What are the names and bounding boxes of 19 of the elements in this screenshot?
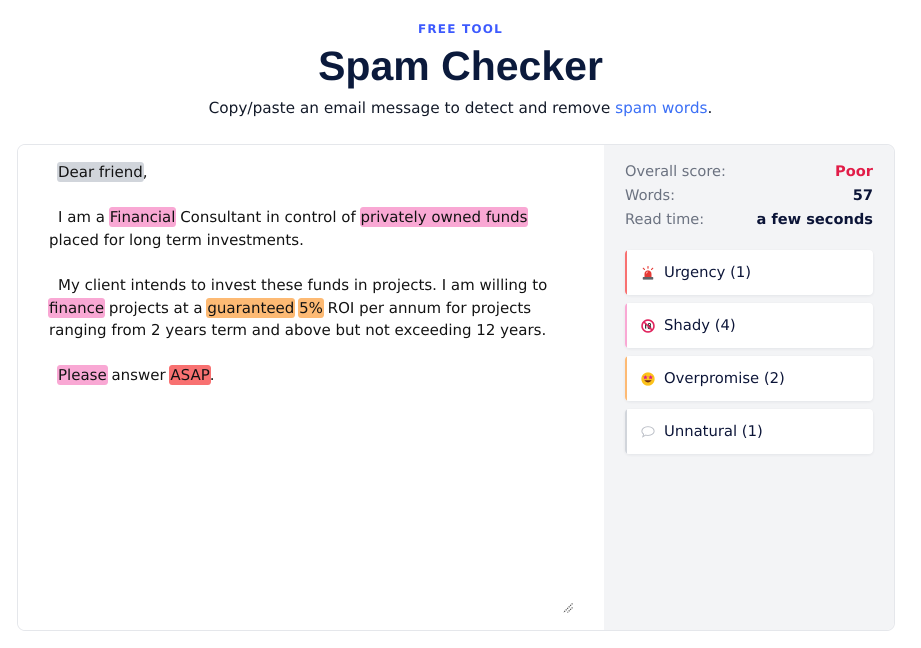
stat-label: Read time:	[625, 210, 704, 230]
page-subtitle: Copy/paste an email message to detect and remove spam words.	[208, 98, 712, 119]
stat-value: 57	[852, 186, 873, 206]
spam-words-link[interactable]: spam words	[615, 99, 708, 117]
category-card[interactable]: Unnatural (1)	[625, 409, 873, 454]
star-eyes-face-icon	[641, 372, 655, 386]
category-card[interactable]: Overpromise (2)	[625, 356, 873, 401]
eyebrow-label: FREE TOOL	[418, 22, 504, 37]
stat-value: Poor	[835, 162, 873, 182]
siren-icon	[641, 266, 655, 280]
stat-label: Words:	[625, 186, 676, 206]
speech-bubble-icon	[641, 425, 655, 438]
stat-label: Overall score:	[625, 162, 726, 182]
stat-value: a few seconds	[756, 210, 873, 230]
page-title: Spam Checker	[318, 43, 603, 89]
resize-handle-icon[interactable]	[563, 603, 573, 613]
category-card[interactable]: Urgency (1)	[625, 250, 873, 295]
prohibition-sign-icon	[641, 318, 655, 332]
category-card[interactable]: Shady (4)	[625, 303, 873, 348]
